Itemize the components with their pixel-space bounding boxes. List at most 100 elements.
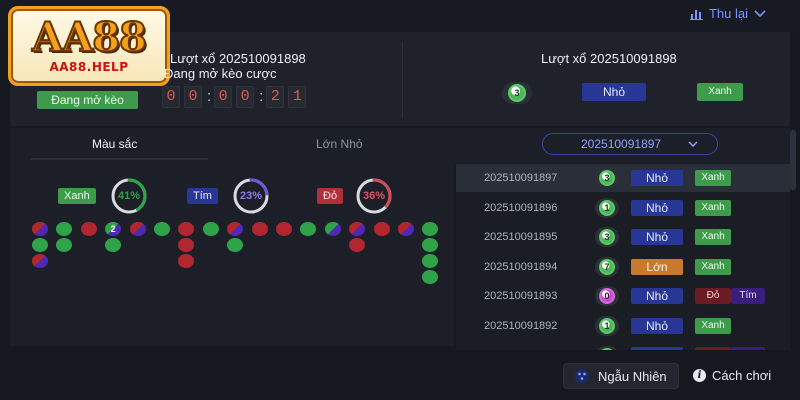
countdown-digit: 0: [162, 86, 180, 108]
road-dot: [105, 238, 122, 252]
history-row[interactable]: 202510091892 1 Nhỏ Xanh: [456, 312, 790, 340]
history-period: 202510091896: [484, 201, 558, 214]
history-period: 202510091893: [484, 290, 558, 302]
history-color: Xanh: [695, 199, 731, 216]
countdown-separator: :: [207, 88, 212, 105]
road-dot: [422, 254, 439, 268]
logo-domain: AA88.HELP: [49, 60, 129, 74]
history-color: Xanh: [695, 317, 731, 334]
history-number: 3: [599, 229, 615, 245]
history-ball: 7: [595, 256, 619, 277]
road-dot: [227, 238, 244, 252]
history-toggle[interactable]: Thu lại: [689, 6, 766, 21]
history-color: Xanh: [695, 170, 731, 186]
history-size: Nhỏ: [631, 170, 683, 186]
road-dot: [227, 222, 244, 236]
history-color: Xanh: [695, 258, 731, 275]
history-period: 202510091895: [484, 231, 558, 243]
road-dot: [32, 222, 48, 236]
road-dot: [422, 222, 439, 236]
road-dot: [32, 238, 48, 252]
how-to-play-label: Cách chơi: [712, 368, 772, 383]
history-size: Nhỏ: [631, 288, 683, 304]
history-color-secondary: Tím: [731, 288, 765, 304]
road-dot: [56, 238, 73, 252]
history-period: 202510091897: [484, 172, 558, 184]
countdown-timer: 0 0 : 0 0 : 2 1: [162, 86, 310, 108]
tab-size[interactable]: Lớn Nhỏ: [316, 137, 363, 151]
road-dot: [349, 238, 366, 252]
road-dot: [178, 254, 195, 268]
history-row[interactable]: 202510091897 3 Nhỏ Xanh: [456, 164, 790, 192]
last-result-size: Nhỏ: [582, 83, 646, 101]
current-draw-status: Đang mở kèo cược: [164, 66, 277, 81]
road-dot: [32, 254, 48, 268]
road-dot: [300, 222, 317, 236]
road-dot: [251, 222, 268, 236]
history-ball: 1: [595, 315, 619, 336]
how-to-play-button[interactable]: i Cách chơi: [693, 368, 771, 383]
period-dropdown-value: 202510091897: [581, 137, 662, 151]
panel-divider: [402, 42, 403, 118]
brand-logo: AA88 AA88.HELP: [8, 6, 170, 86]
history-ball: 0: [595, 286, 619, 306]
random-pick-button[interactable]: Ngẫu Nhiên: [563, 363, 679, 389]
road-dot: [324, 222, 341, 236]
history-number: 1: [599, 317, 615, 334]
last-result-ball: 3: [502, 82, 532, 104]
history-row[interactable]: 202510091893 0 Nhỏ Đỏ Tím: [456, 282, 790, 310]
result-road-board: 2: [32, 222, 444, 294]
history-row[interactable]: 202510091895 3 Nhỏ Xanh: [456, 223, 790, 251]
history-period: 202510091892: [484, 319, 558, 332]
open-status-badge: Đang mở kèo: [37, 91, 138, 109]
tab-color[interactable]: Màu sắc: [92, 137, 137, 151]
road-dot: [422, 238, 439, 252]
history-color: Xanh: [695, 229, 731, 245]
current-draw-title: Lượt xổ 202510091898: [170, 51, 306, 66]
logo-wordmark: AA88: [31, 14, 148, 61]
result-number-ball: 3: [508, 84, 526, 102]
scrollbar[interactable]: [790, 130, 796, 190]
countdown-digit: 1: [288, 86, 307, 108]
history-number: 7: [599, 258, 615, 275]
countdown-digit: 0: [214, 86, 233, 108]
countdown-digit: 0: [236, 86, 255, 108]
chevron-down-icon: [688, 141, 698, 148]
chevron-down-icon: [754, 9, 766, 17]
countdown-digit: 2: [266, 86, 285, 108]
history-row[interactable]: 202510091896 1 Nhỏ Xanh: [456, 194, 790, 222]
road-dot: [349, 222, 366, 236]
info-icon: i: [693, 369, 706, 382]
period-dropdown[interactable]: 202510091897: [542, 133, 718, 155]
active-tab-indicator: [30, 158, 208, 160]
road-dot: [178, 222, 195, 236]
road-dot: [56, 222, 73, 236]
road-dot: [276, 222, 292, 236]
history-ball: 1: [595, 197, 619, 218]
history-ball: 3: [595, 168, 619, 188]
ring-do: 36%: [351, 178, 397, 214]
percent-do: 36%: [362, 190, 386, 202]
countdown-separator: :: [259, 88, 264, 105]
history-size: Lớn: [631, 258, 683, 275]
stat-label-tim: Tím: [187, 188, 218, 204]
road-dot: [422, 270, 439, 284]
history-row[interactable]: 202510091894 7 Lớn Xanh: [456, 253, 790, 281]
last-draw-title: Lượt xổ 202510091898: [541, 51, 677, 66]
random-pick-label: Ngẫu Nhiên: [598, 368, 667, 384]
history-number: 0: [599, 288, 615, 304]
stat-label-xanh: Xanh: [58, 188, 96, 204]
countdown-digit: 0: [184, 86, 202, 108]
bottom-bar: [0, 350, 800, 400]
history-size: Nhỏ: [631, 229, 683, 245]
history-number: 1: [599, 199, 615, 216]
history-size: Nhỏ: [631, 317, 683, 334]
percent-xanh: 41%: [117, 190, 141, 202]
road-dot: [178, 238, 195, 252]
ring-tim: 23%: [228, 178, 274, 214]
history-number: 3: [599, 170, 615, 186]
history-toggle-label: Thu lại: [708, 6, 748, 21]
road-dot: [373, 222, 390, 236]
road-dot: [202, 222, 219, 236]
history-size: Nhỏ: [631, 199, 683, 216]
